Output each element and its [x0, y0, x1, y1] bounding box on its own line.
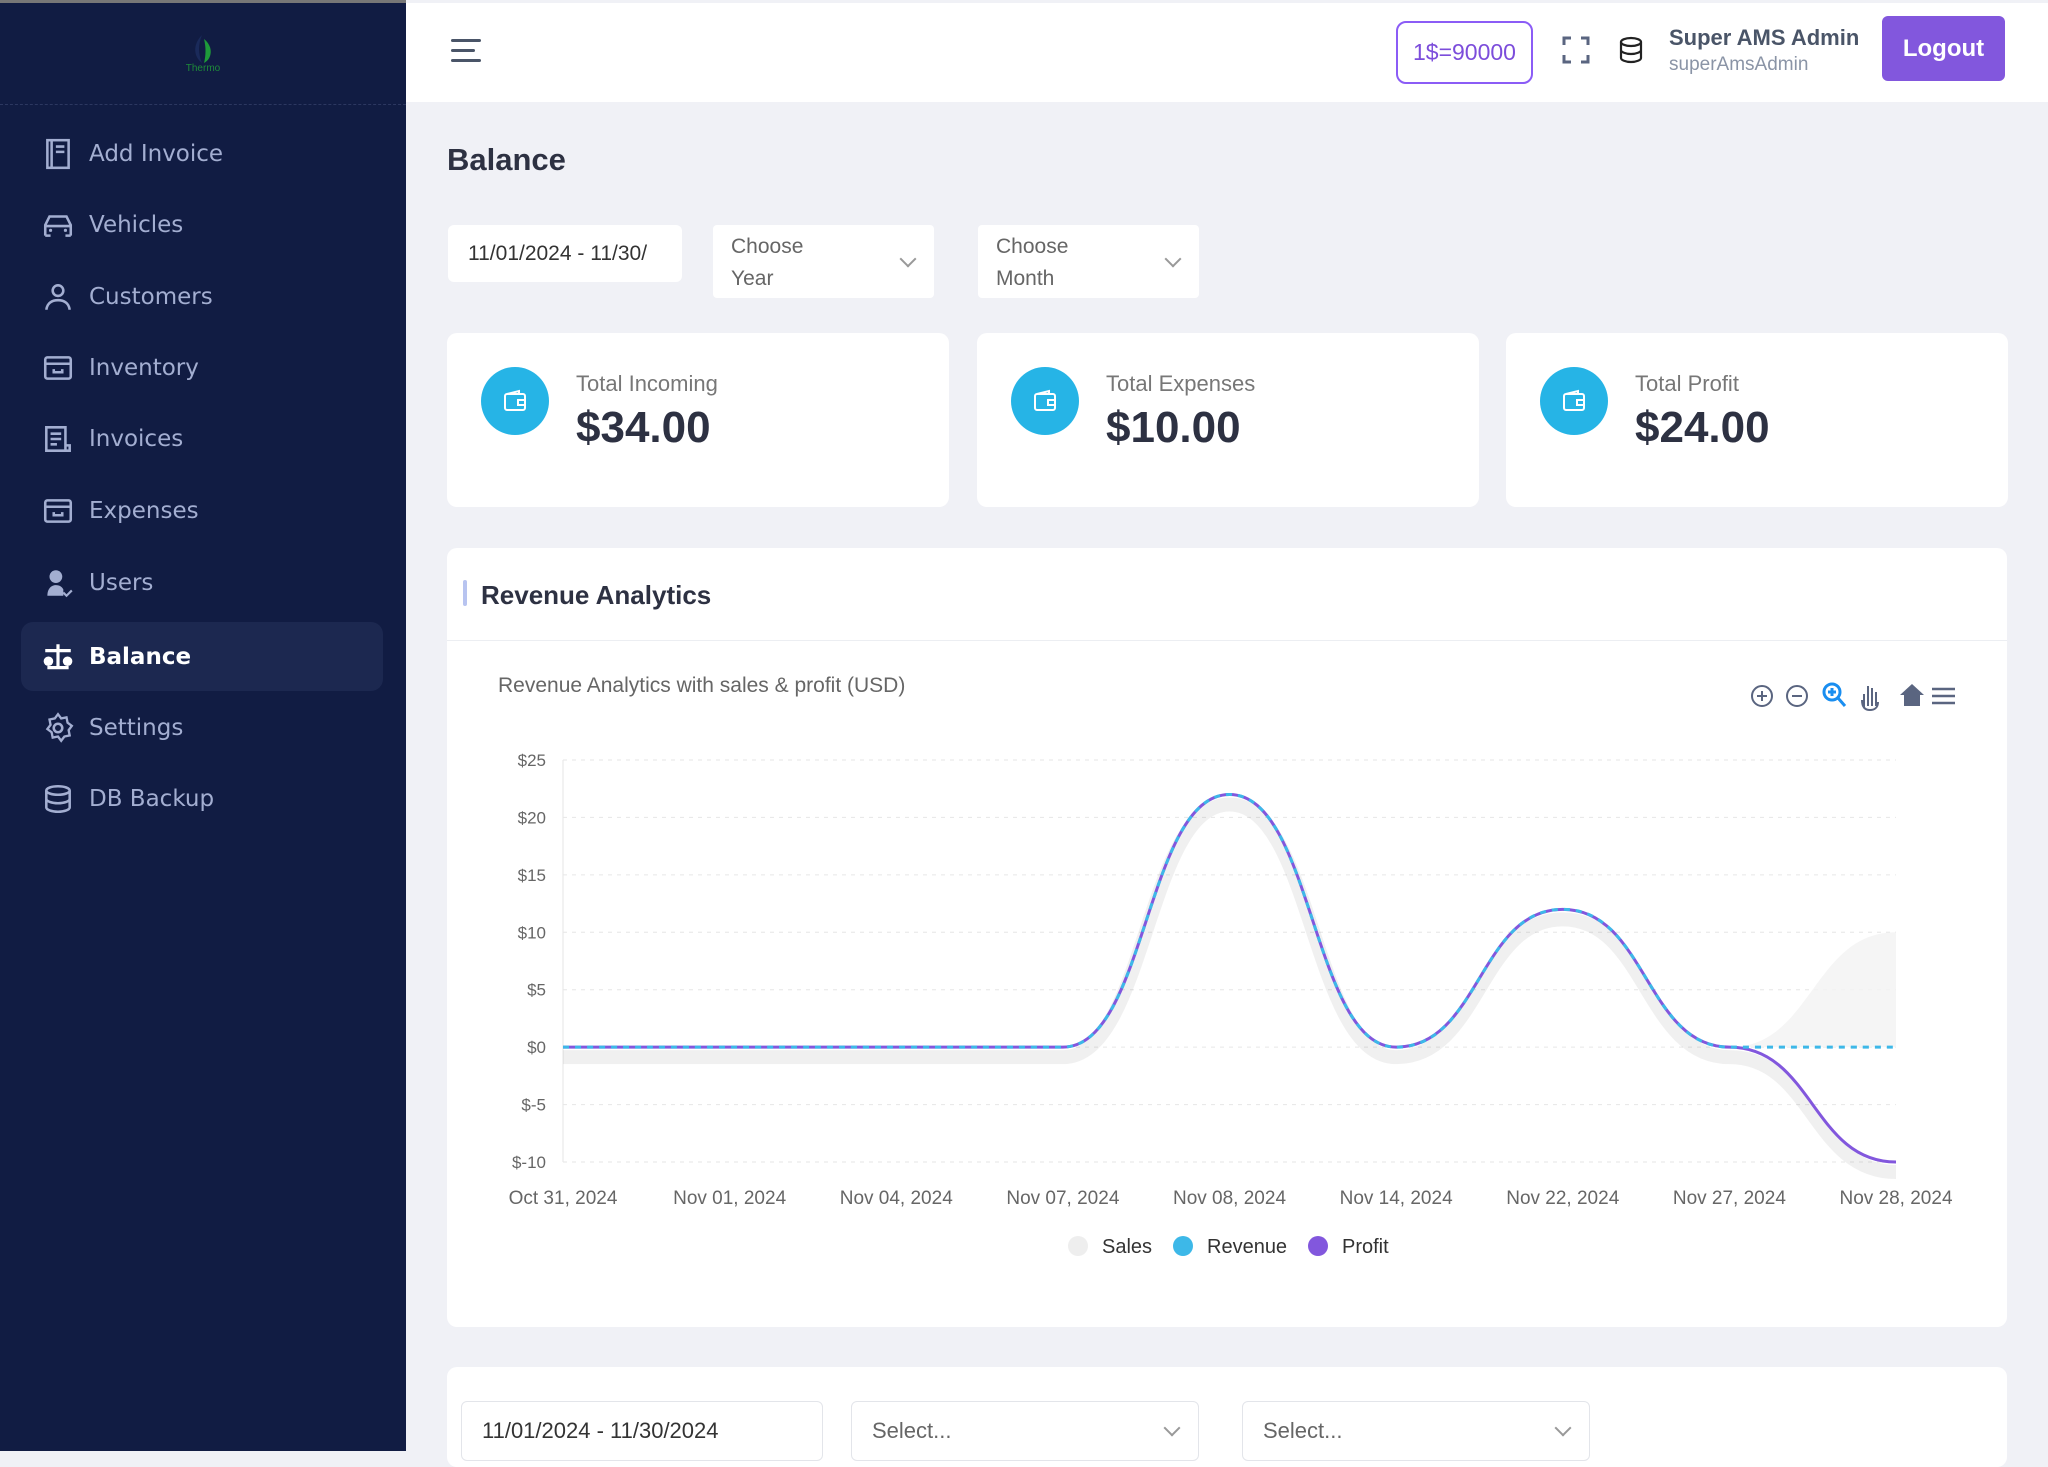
- x-tick-label: Nov 28, 2024: [1839, 1188, 1952, 1209]
- zoom-in-icon: [1751, 685, 1773, 707]
- legend-label: Revenue: [1207, 1236, 1287, 1258]
- revenue-chart: $25 $20 $15 $10 $5 $0 $-5 $-10 Oct 31, 2024 Nov 0…: [509, 682, 1955, 1258]
- legend-marker-sales: [1068, 1236, 1088, 1256]
- chevron-down-icon: [1554, 1419, 1572, 1437]
- bottom-select-2[interactable]: Select...: [1242, 1401, 1590, 1461]
- chevron-down-icon: [1163, 1419, 1181, 1437]
- legend-marker-profit: [1308, 1236, 1328, 1256]
- x-tick-label: Nov 04, 2024: [840, 1188, 953, 1209]
- y-tick-label: $0: [527, 1038, 546, 1057]
- y-tick-label: $5: [527, 981, 546, 1000]
- x-tick-label: Nov 08, 2024: [1173, 1188, 1286, 1209]
- select-placeholder: Select...: [1263, 1418, 1343, 1443]
- zoom-select-icon: [1822, 682, 1847, 707]
- y-tick-label: $25: [518, 751, 546, 770]
- bottom-select-1[interactable]: Select...: [851, 1401, 1199, 1461]
- bottom-date-range-input[interactable]: 11/01/2024 - 11/30/2024: [461, 1401, 823, 1461]
- x-tick-label: Nov 07, 2024: [1006, 1188, 1119, 1209]
- home-reset-icon: [1900, 684, 1924, 706]
- x-tick-label: Nov 27, 2024: [1673, 1188, 1786, 1209]
- zoom-out-icon: [1786, 685, 1808, 707]
- chart-menu-icon: [1932, 687, 1955, 705]
- legend-marker-revenue: [1173, 1236, 1193, 1256]
- y-tick-label: $-5: [521, 1096, 546, 1115]
- revenue-line: [563, 792, 1896, 1049]
- y-tick-label: $15: [518, 866, 546, 885]
- filter-card: 11/01/2024 - 11/30/2024 Select... Select…: [447, 1367, 2007, 1467]
- line-shadow: [563, 797, 1897, 1179]
- y-tick-label: $-10: [512, 1153, 546, 1172]
- legend-label: Profit: [1342, 1236, 1389, 1258]
- select-placeholder: Select...: [872, 1418, 952, 1443]
- x-tick-label: Oct 31, 2024: [509, 1188, 618, 1209]
- x-tick-label: Nov 14, 2024: [1340, 1188, 1453, 1209]
- pan-hand-icon: [1861, 686, 1879, 712]
- y-tick-label: $10: [518, 923, 546, 942]
- x-tick-label: Nov 01, 2024: [673, 1188, 786, 1209]
- x-tick-label: Nov 22, 2024: [1506, 1188, 1619, 1209]
- y-tick-label: $20: [518, 808, 546, 827]
- legend-label: Sales: [1102, 1236, 1152, 1258]
- profit-line: [563, 792, 1897, 1164]
